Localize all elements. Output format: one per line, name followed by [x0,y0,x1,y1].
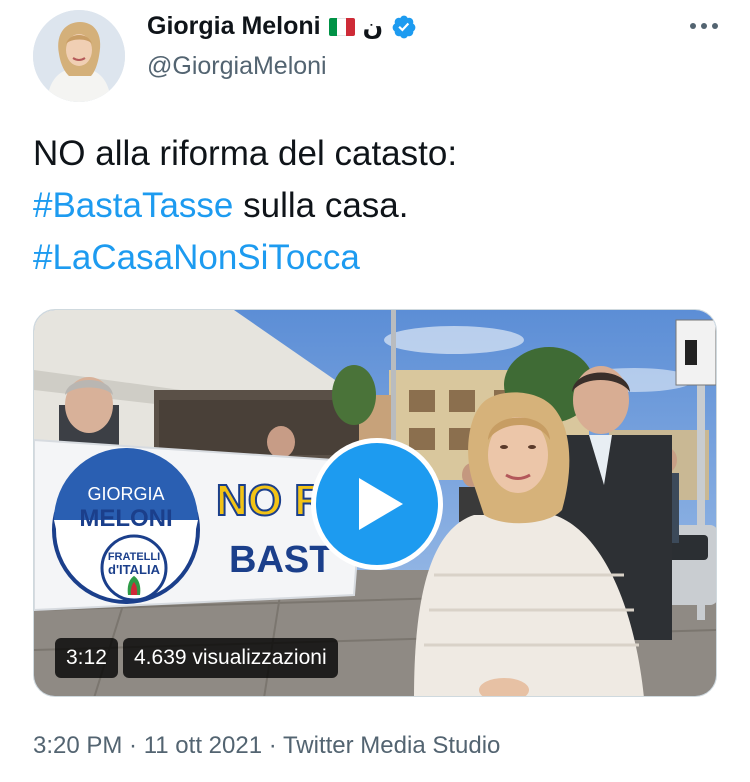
author-handle[interactable]: @GiorgiaMeloni [147,52,327,81]
arabic-nun-glyph: ن [362,12,384,41]
meta-separator: · [122,732,144,759]
video-duration-badge: 3:12 [55,638,118,678]
banner-slogan-line2: BAST [229,539,332,581]
tweet: Giorgia Meloni ن @GiorgiaMeloni NO alla … [0,0,750,782]
tweet-text: NO alla riforma del catasto: #BastaTasse… [33,128,723,284]
banner-logo-line2: MELONI [79,505,172,532]
more-dot-icon [712,23,718,29]
tweet-text-line-1: NO alla riforma del catasto: [33,134,458,173]
more-options-button[interactable] [684,14,724,38]
hashtag-basta-tasse[interactable]: #BastaTasse [33,186,233,225]
video-player[interactable]: GIORGIA MELONI FRATELLI d'ITALIA NO R BA… [33,309,717,697]
tweet-date[interactable]: 11 ott 2021 [144,732,262,759]
tweet-text-rest: sulla casa. [233,186,409,225]
verified-badge-icon [392,15,416,38]
more-dot-icon [701,23,707,29]
avatar[interactable] [33,10,125,102]
play-icon [359,478,403,530]
more-dot-icon [690,23,696,29]
avatar-image [33,10,125,102]
tweet-time[interactable]: 3:20 PM [33,732,122,759]
italy-flag-icon [328,17,355,36]
banner-party-line2: d'ITALIA [108,562,161,577]
banner-logo-line1: GIORGIA [87,484,164,504]
meta-separator: · [262,732,283,759]
play-button[interactable] [311,438,443,570]
tweet-metadata: 3:20 PM · 11 ott 2021 · Twitter Media St… [33,732,500,760]
video-views-badge: 4.639 visualizzazioni [123,638,338,678]
banner-slogan-line1: NO R [216,476,326,525]
hashtag-la-casa-non-si-tocca[interactable]: #LaCasaNonSiTocca [33,238,360,277]
tweet-text-line-2: #BastaTasse sulla casa. [33,180,723,232]
tweet-source[interactable]: Twitter Media Studio [283,732,500,759]
tweet-text-line-3: #LaCasaNonSiTocca [33,232,723,284]
author-name-row: Giorgia Meloni ن [147,12,417,41]
author-display-name[interactable]: Giorgia Meloni [147,12,321,41]
